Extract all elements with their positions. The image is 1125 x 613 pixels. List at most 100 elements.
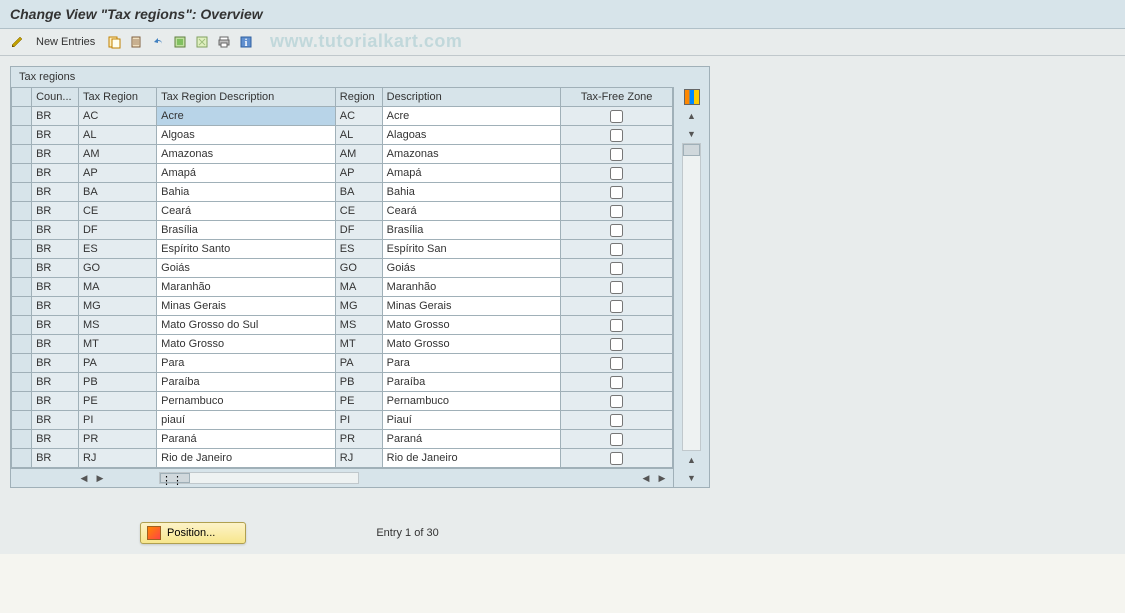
cell-region[interactable]: PI — [335, 411, 382, 430]
vscroll-track[interactable] — [682, 143, 701, 451]
row-selector[interactable] — [12, 373, 32, 392]
cell-country[interactable]: BR — [32, 354, 79, 373]
cell-region[interactable]: CE — [335, 202, 382, 221]
row-selector[interactable] — [12, 183, 32, 202]
tax-free-checkbox[interactable] — [610, 110, 623, 123]
hscroll-left-icon-2[interactable]: ◀ — [639, 471, 653, 485]
scroll-up-icon[interactable]: ▲ — [684, 108, 700, 124]
table-row[interactable]: BRMAMaranhãoMAMaranhão — [12, 278, 673, 297]
cell-region[interactable]: PR — [335, 430, 382, 449]
row-selector[interactable] — [12, 126, 32, 145]
cell-country[interactable]: BR — [32, 297, 79, 316]
cell-description[interactable]: Pernambuco — [382, 392, 561, 411]
cell-tax-desc[interactable]: Paraná — [157, 430, 336, 449]
cell-tax-desc[interactable]: Minas Gerais — [157, 297, 336, 316]
tax-free-checkbox[interactable] — [610, 148, 623, 161]
row-selector[interactable] — [12, 107, 32, 126]
cell-description[interactable]: Alagoas — [382, 126, 561, 145]
scroll-down-icon-2[interactable]: ▼ — [684, 470, 700, 486]
cell-tax-region[interactable]: MT — [78, 335, 156, 354]
scroll-down-icon[interactable]: ▼ — [684, 126, 700, 142]
tax-free-checkbox[interactable] — [610, 205, 623, 218]
cell-country[interactable]: BR — [32, 202, 79, 221]
table-row[interactable]: BRCECearáCECeará — [12, 202, 673, 221]
cell-description[interactable]: Acre — [382, 107, 561, 126]
tax-free-checkbox[interactable] — [610, 357, 623, 370]
cell-region[interactable]: DF — [335, 221, 382, 240]
hscroll-track-left[interactable]: ⋮⋮ — [159, 472, 359, 484]
col-header-tax-region[interactable]: Tax Region — [78, 88, 156, 107]
row-selector[interactable] — [12, 335, 32, 354]
row-selector[interactable] — [12, 392, 32, 411]
row-selector[interactable] — [12, 145, 32, 164]
cell-country[interactable]: BR — [32, 392, 79, 411]
cell-region[interactable]: PE — [335, 392, 382, 411]
cell-tax-desc[interactable]: Mato Grosso do Sul — [157, 316, 336, 335]
tax-free-checkbox[interactable] — [610, 262, 623, 275]
cell-country[interactable]: BR — [32, 183, 79, 202]
cell-country[interactable]: BR — [32, 221, 79, 240]
cell-tax-desc[interactable]: Para — [157, 354, 336, 373]
scroll-up-icon-2[interactable]: ▲ — [684, 452, 700, 468]
new-entries-button[interactable]: New Entries — [30, 34, 101, 50]
cell-tax-desc[interactable]: Ceará — [157, 202, 336, 221]
cell-description[interactable]: Maranhão — [382, 278, 561, 297]
cell-tax-desc[interactable]: Amazonas — [157, 145, 336, 164]
cell-description[interactable]: Paraná — [382, 430, 561, 449]
cell-tax-desc[interactable]: Pernambuco — [157, 392, 336, 411]
cell-tax-desc[interactable]: Goiás — [157, 259, 336, 278]
table-row[interactable]: BRPBParaíbaPBParaíba — [12, 373, 673, 392]
cell-tax-desc[interactable]: Algoas — [157, 126, 336, 145]
table-row[interactable]: BRBABahiaBABahia — [12, 183, 673, 202]
cell-tax-region[interactable]: GO — [78, 259, 156, 278]
cell-description[interactable]: Brasília — [382, 221, 561, 240]
info-icon[interactable]: i — [237, 33, 255, 51]
cell-description[interactable]: Rio de Janeiro — [382, 449, 561, 468]
cell-country[interactable]: BR — [32, 164, 79, 183]
col-header-tax-free[interactable]: Tax-Free Zone — [561, 88, 673, 107]
row-selector[interactable] — [12, 411, 32, 430]
copy-icon[interactable] — [105, 33, 123, 51]
row-selector[interactable] — [12, 430, 32, 449]
col-header-region[interactable]: Region — [335, 88, 382, 107]
tax-free-checkbox[interactable] — [610, 452, 623, 465]
tax-free-checkbox[interactable] — [610, 281, 623, 294]
tax-free-checkbox[interactable] — [610, 129, 623, 142]
cell-region[interactable]: MT — [335, 335, 382, 354]
tax-free-checkbox[interactable] — [610, 243, 623, 256]
cell-tax-region[interactable]: DF — [78, 221, 156, 240]
cell-description[interactable]: Goiás — [382, 259, 561, 278]
cell-country[interactable]: BR — [32, 126, 79, 145]
delete-icon[interactable] — [127, 33, 145, 51]
cell-tax-region[interactable]: PI — [78, 411, 156, 430]
hscroll-left-icon[interactable]: ◀ — [77, 471, 91, 485]
cell-description[interactable]: Paraíba — [382, 373, 561, 392]
cell-country[interactable]: BR — [32, 335, 79, 354]
tax-free-checkbox[interactable] — [610, 433, 623, 446]
cell-country[interactable]: BR — [32, 316, 79, 335]
table-settings-icon[interactable] — [684, 89, 700, 105]
table-row[interactable]: BRAMAmazonasAMAmazonas — [12, 145, 673, 164]
cell-tax-region[interactable]: AC — [78, 107, 156, 126]
cell-tax-desc[interactable]: Acre — [157, 107, 336, 126]
cell-tax-desc[interactable]: Rio de Janeiro — [157, 449, 336, 468]
row-selector[interactable] — [12, 202, 32, 221]
cell-tax-region[interactable]: BA — [78, 183, 156, 202]
cell-region[interactable]: BA — [335, 183, 382, 202]
cell-region[interactable]: RJ — [335, 449, 382, 468]
table-row[interactable]: BRESEspírito SantoESEspírito San — [12, 240, 673, 259]
cell-country[interactable]: BR — [32, 278, 79, 297]
table-row[interactable]: BRGOGoiásGOGoiás — [12, 259, 673, 278]
cell-tax-region[interactable]: AP — [78, 164, 156, 183]
cell-region[interactable]: AP — [335, 164, 382, 183]
table-row[interactable]: BRMTMato GrossoMTMato Grosso — [12, 335, 673, 354]
select-all-icon[interactable] — [171, 33, 189, 51]
cell-tax-region[interactable]: PB — [78, 373, 156, 392]
table-row[interactable]: BRRJRio de JaneiroRJRio de Janeiro — [12, 449, 673, 468]
cell-region[interactable]: AC — [335, 107, 382, 126]
tax-free-checkbox[interactable] — [610, 414, 623, 427]
table-row[interactable]: BRAPAmapáAPAmapá — [12, 164, 673, 183]
row-selector[interactable] — [12, 259, 32, 278]
cell-description[interactable]: Mato Grosso — [382, 316, 561, 335]
tax-free-checkbox[interactable] — [610, 224, 623, 237]
